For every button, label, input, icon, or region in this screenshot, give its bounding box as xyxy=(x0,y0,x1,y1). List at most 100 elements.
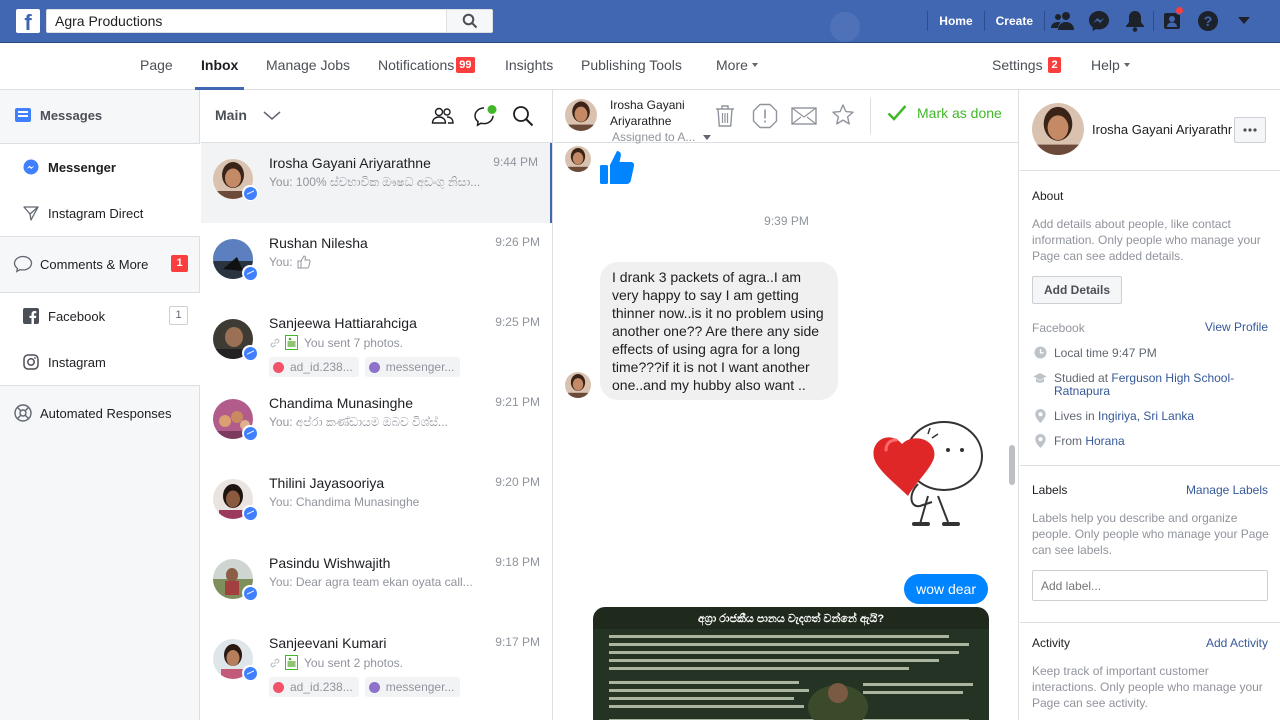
home-link[interactable]: Home xyxy=(928,0,983,42)
incoming-message[interactable]: I drank 3 packets of agra..I am very hap… xyxy=(600,262,838,400)
spam-icon[interactable] xyxy=(751,102,779,130)
hometown-link[interactable]: Horana xyxy=(1085,434,1124,448)
tab-help[interactable]: Help xyxy=(1091,43,1130,90)
tab-notifications[interactable]: Notifications 99 xyxy=(378,43,475,90)
quick-help-icon[interactable] xyxy=(1154,0,1190,42)
tag-color-dot xyxy=(368,681,380,693)
labels-text: Labels help you describe and organize pe… xyxy=(1032,511,1269,557)
link-icon xyxy=(270,658,280,667)
avatar xyxy=(1032,103,1084,155)
chat-scrollbar[interactable] xyxy=(1009,445,1015,485)
label-tag[interactable]: messenger... xyxy=(364,677,461,697)
sidebar-item-comments[interactable]: Comments & More 1 xyxy=(0,250,200,278)
conversation-time: 9:17 PM xyxy=(495,635,540,649)
tag-color-dot xyxy=(368,361,380,373)
create-link[interactable]: Create xyxy=(985,0,1044,42)
tab-inbox[interactable]: Inbox xyxy=(195,43,245,90)
chevron-down-icon[interactable] xyxy=(259,103,285,129)
notification-dot xyxy=(1175,6,1184,15)
friends-icon[interactable] xyxy=(1045,0,1081,42)
messenger-badge-icon xyxy=(242,345,258,361)
conversation-item[interactable]: Rushan Nilesha 9:26 PM You: xyxy=(201,223,552,303)
add-label-input[interactable] xyxy=(1032,570,1268,601)
search-input[interactable] xyxy=(47,10,447,32)
sidebar-item-messages[interactable]: Messages xyxy=(0,102,200,128)
contact-name[interactable]: Irosha Gayani Ariyarathne xyxy=(1092,122,1232,137)
conversation-item[interactable]: Pasindu Wishwajith 9:18 PM You: Dear agr… xyxy=(201,543,552,623)
add-activity-link[interactable]: Add Activity xyxy=(1206,636,1268,650)
conversation-preview: You: අප්රා කණ්ඩායම ඔබව විශ්ස්... xyxy=(269,415,448,429)
trash-icon[interactable] xyxy=(712,102,738,130)
thumbs-up-icon xyxy=(598,148,636,189)
mark-as-done-button[interactable]: Mark as done xyxy=(887,104,1002,122)
tab-settings[interactable]: Settings 2 xyxy=(992,43,1061,90)
sidebar-item-label: Messenger xyxy=(48,159,116,175)
label-tag[interactable]: ad_id.238... xyxy=(269,357,359,377)
messenger-icon xyxy=(20,159,42,175)
chat-header: Irosha Gayani Ariyarathne Assigned to A.… xyxy=(554,90,1018,144)
outgoing-message[interactable]: wow dear xyxy=(904,574,988,604)
help-icon[interactable]: ? xyxy=(1190,0,1226,42)
conversation-item[interactable]: Irosha Gayani Ariyarathne 9:44 PM You: 1… xyxy=(201,143,552,223)
conversation-item[interactable]: Sanjeewa Hattiarahciga 9:25 PM You sent … xyxy=(201,303,552,383)
lives-in-row: Lives in Ingiriya, Sri Lanka xyxy=(1032,409,1194,423)
bell-icon[interactable] xyxy=(1117,0,1153,42)
tab-manage-jobs[interactable]: Manage Jobs xyxy=(266,43,350,90)
facebook-logo-icon[interactable]: f xyxy=(16,9,40,33)
search-button[interactable] xyxy=(446,10,492,32)
envelope-icon[interactable] xyxy=(790,104,818,128)
conversation-time: 9:25 PM xyxy=(495,315,540,329)
sidebar-item-messenger[interactable]: Messenger xyxy=(0,144,200,190)
conversation-name: Sanjeewa Hattiarahciga xyxy=(269,315,417,331)
photo-icon xyxy=(285,655,298,670)
tag-label: ad_id.238... xyxy=(290,360,353,374)
sidebar-item-instagram[interactable]: Instagram xyxy=(0,339,200,385)
manage-labels-link[interactable]: Manage Labels xyxy=(1186,483,1268,497)
search-icon[interactable] xyxy=(510,103,536,129)
divider xyxy=(0,236,200,237)
caret-down-icon[interactable] xyxy=(1226,0,1262,42)
conversation-name: Pasindu Wishwajith xyxy=(269,555,391,571)
tab-page[interactable]: Page xyxy=(140,43,173,90)
ellipsis-icon xyxy=(1243,128,1257,132)
sidebar-item-automated-responses[interactable]: Automated Responses xyxy=(0,399,200,427)
comment-bubble-icon xyxy=(12,255,34,273)
label-tag[interactable]: messenger... xyxy=(364,357,461,377)
hometown-row: From Horana xyxy=(1032,434,1125,448)
add-details-button[interactable]: Add Details xyxy=(1032,276,1123,304)
clock-icon xyxy=(1032,346,1048,359)
messenger-badge-icon xyxy=(242,185,258,201)
people-icon[interactable] xyxy=(430,103,456,129)
conversation-item[interactable]: Thilini Jayasooriya 9:20 PM You: Chandim… xyxy=(201,463,552,543)
tab-more-label: More xyxy=(716,57,748,73)
conversation-preview: You: 100% ස්වභාවික ඖෂධ අඩංගු නිසා... xyxy=(269,175,481,189)
messenger-badge-icon xyxy=(242,585,258,601)
conversation-item[interactable]: Sanjeevani Kumari 9:17 PM You sent 2 pho… xyxy=(201,623,552,703)
active-chat-icon[interactable] xyxy=(472,103,498,129)
tab-more[interactable]: More xyxy=(716,43,758,90)
avatar xyxy=(565,99,597,131)
heart-sticker[interactable] xyxy=(872,412,987,535)
lives-in-link[interactable]: Ingiriya, Sri Lanka xyxy=(1098,409,1194,423)
divider xyxy=(1020,622,1280,623)
view-profile-link[interactable]: View Profile xyxy=(1205,320,1268,334)
image-attachment[interactable]: අග්‍රා රාජකීය පානය වැදගත් වන්නේ ඇයි? xyxy=(593,607,989,720)
messenger-icon[interactable] xyxy=(1081,0,1117,42)
sidebar-item-instagram-direct[interactable]: Instagram Direct xyxy=(0,190,200,236)
chat-timestamp: 9:39 PM xyxy=(764,214,809,228)
tab-publishing-tools[interactable]: Publishing Tools xyxy=(581,43,682,90)
search-box xyxy=(46,9,493,33)
activity-title: Activity xyxy=(1032,636,1071,650)
messenger-badge-icon xyxy=(242,505,258,521)
conversation-time: 9:26 PM xyxy=(495,235,540,249)
conversation-item[interactable]: Chandima Munasinghe 9:21 PM You: අප්රා ක… xyxy=(201,383,552,463)
label-tag[interactable]: ad_id.238... xyxy=(269,677,359,697)
tab-insights[interactable]: Insights xyxy=(505,43,553,90)
star-icon[interactable] xyxy=(830,102,856,128)
local-time-text: Local time 9:47 PM xyxy=(1054,346,1157,360)
sidebar-item-facebook[interactable]: Facebook 1 xyxy=(0,293,200,339)
conversation-preview: You: xyxy=(269,255,484,269)
hometown-prefix: From xyxy=(1054,434,1082,448)
assignment-dropdown[interactable]: Assigned to A... xyxy=(612,130,712,144)
more-options-button[interactable] xyxy=(1234,117,1266,143)
